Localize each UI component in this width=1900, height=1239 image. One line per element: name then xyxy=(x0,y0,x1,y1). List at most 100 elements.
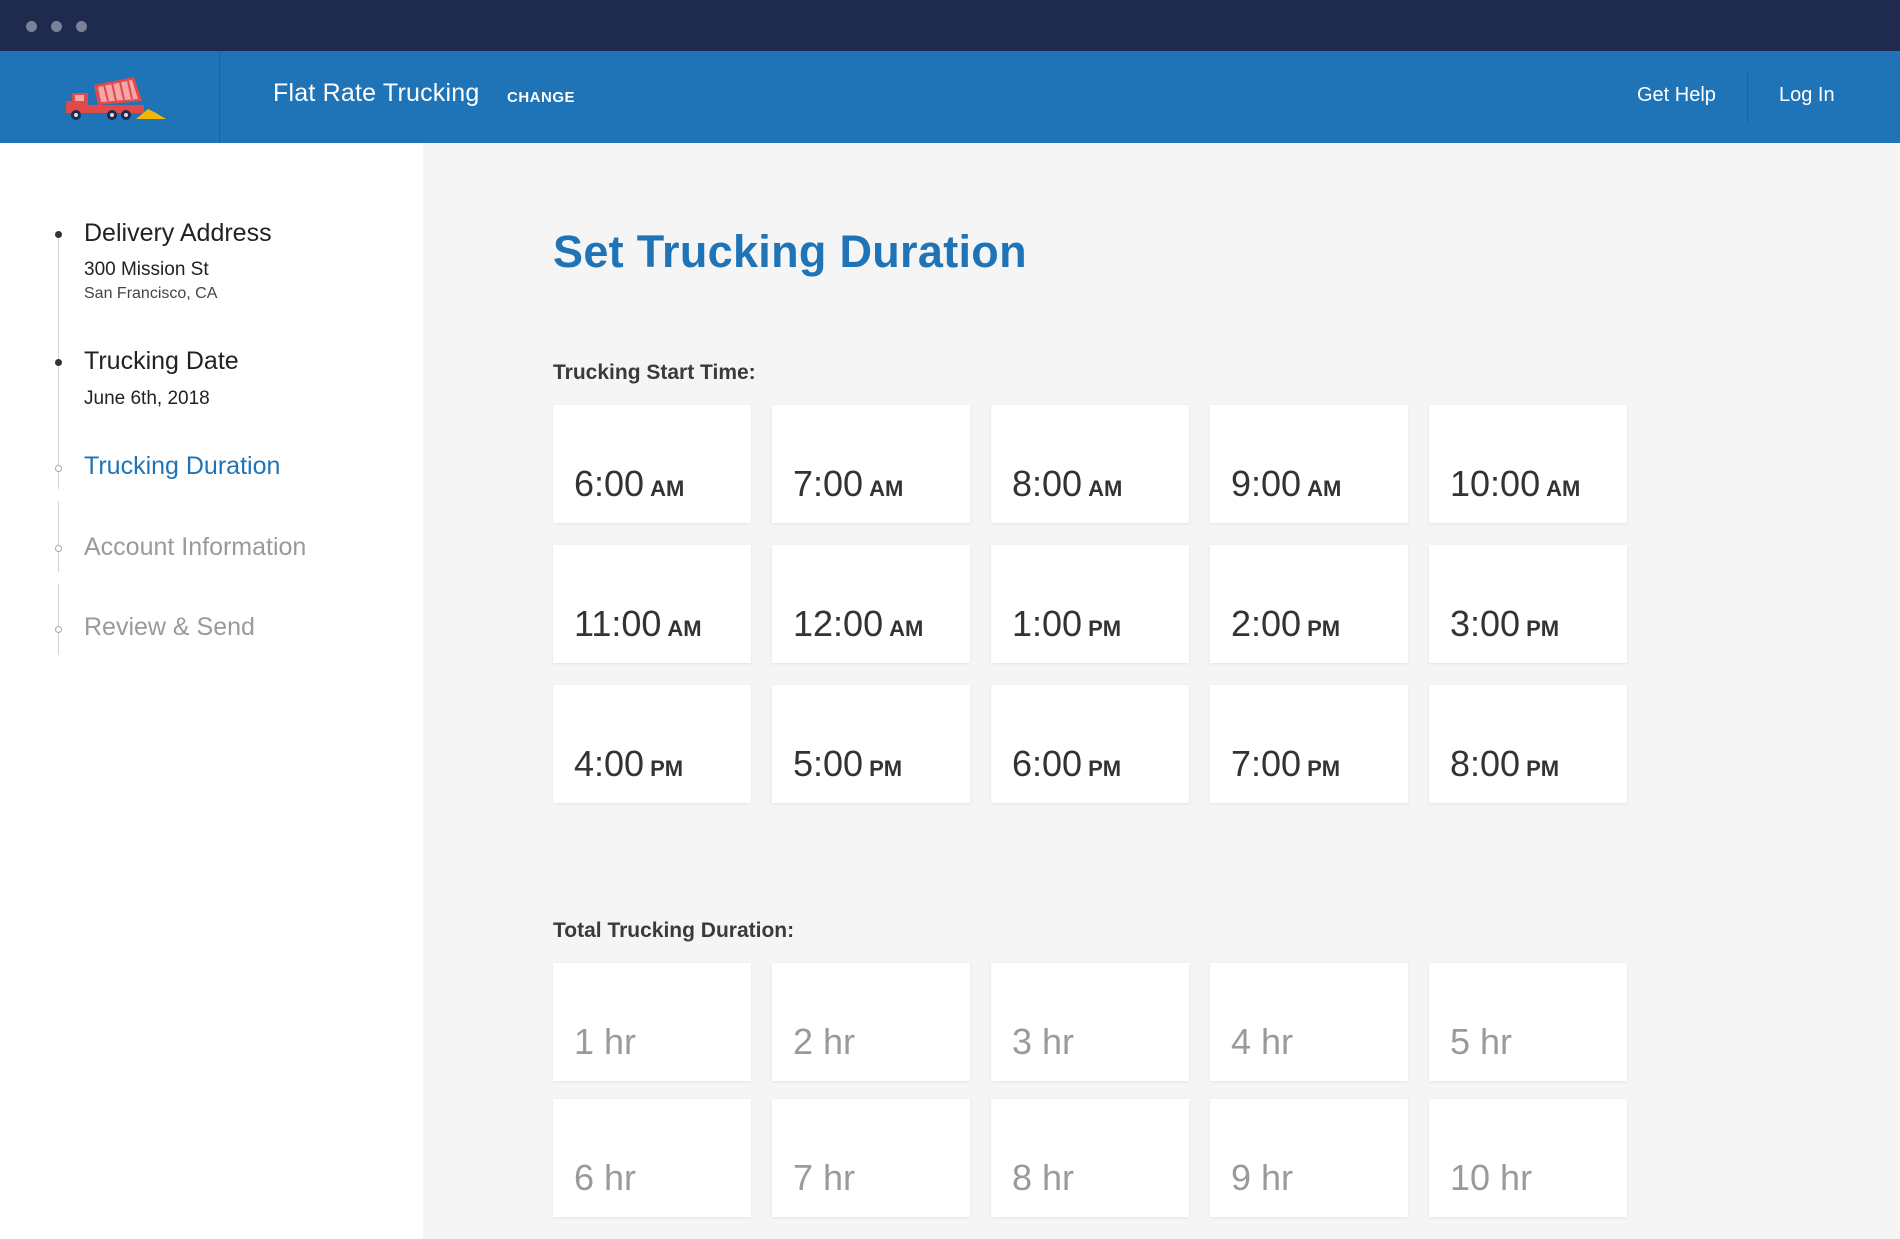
step-delivery-address[interactable]: Delivery Address xyxy=(84,219,272,248)
start-time-option[interactable]: 10:00 AM xyxy=(1429,405,1627,523)
duration-value: 8 hr xyxy=(1012,1157,1075,1198)
start-time-value: 8:00 AM xyxy=(1012,463,1122,505)
start-time-hour: 9:00 xyxy=(1231,463,1302,504)
start-time-hour: 7:00 xyxy=(793,463,864,504)
start-time-period: PM xyxy=(869,756,903,781)
maximize-dot[interactable] xyxy=(76,21,87,32)
start-time-value: 7:00 PM xyxy=(1231,743,1340,785)
duration-option[interactable]: 9 hr xyxy=(1210,1099,1408,1217)
start-time-value: 9:00 AM xyxy=(1231,463,1341,505)
start-time-value: 12:00 AM xyxy=(793,603,923,645)
duration-option[interactable]: 4 hr xyxy=(1210,963,1408,1081)
duration-option[interactable]: 7 hr xyxy=(772,1099,970,1217)
start-time-option[interactable]: 8:00 AM xyxy=(991,405,1189,523)
step-review-send[interactable]: Review & Send xyxy=(84,613,255,642)
duration-option[interactable]: 1 hr xyxy=(553,963,751,1081)
step-pending-bullet xyxy=(55,626,62,633)
logo[interactable] xyxy=(0,51,220,143)
start-time-option[interactable]: 12:00 AM xyxy=(772,545,970,663)
trucking-date-value: June 6th, 2018 xyxy=(84,388,210,409)
dump-truck-icon xyxy=(66,77,166,120)
app-title: Flat Rate Trucking xyxy=(273,79,480,107)
duration-option[interactable]: 10 hr xyxy=(1429,1099,1627,1217)
start-time-period: PM xyxy=(1526,616,1560,641)
start-time-option[interactable]: 11:00 AM xyxy=(553,545,751,663)
duration-option[interactable]: 3 hr xyxy=(991,963,1189,1081)
start-time-value: 7:00 AM xyxy=(793,463,903,505)
start-time-option[interactable]: 4:00 PM xyxy=(553,685,751,803)
step-complete-bullet xyxy=(55,359,62,366)
start-time-hour: 6:00 xyxy=(574,463,645,504)
get-help-link[interactable]: Get Help xyxy=(1637,84,1716,107)
start-time-hour: 11:00 xyxy=(574,603,662,644)
start-time-period: PM xyxy=(1526,756,1560,781)
start-time-hour: 8:00 xyxy=(1012,463,1083,504)
start-time-period: PM xyxy=(1088,616,1122,641)
progress-sidebar: Delivery Address 300 Mission St San Fran… xyxy=(0,143,423,1239)
step-current-bullet xyxy=(55,465,62,472)
start-time-hour: 7:00 xyxy=(1231,743,1302,784)
duration-option[interactable]: 8 hr xyxy=(991,1099,1189,1217)
start-time-value: 11:00 AM xyxy=(574,603,702,645)
start-time-option[interactable]: 2:00 PM xyxy=(1210,545,1408,663)
start-time-period: AM xyxy=(667,616,702,641)
step-trucking-duration[interactable]: Trucking Duration xyxy=(84,452,280,481)
start-time-value: 8:00 PM xyxy=(1450,743,1559,785)
start-time-option[interactable]: 3:00 PM xyxy=(1429,545,1627,663)
change-link[interactable]: CHANGE xyxy=(507,89,575,106)
start-time-value: 10:00 AM xyxy=(1450,463,1580,505)
duration-option[interactable]: 6 hr xyxy=(553,1099,751,1217)
start-time-hour: 2:00 xyxy=(1231,603,1302,644)
start-time-period: PM xyxy=(1088,756,1122,781)
start-time-option[interactable]: 8:00 PM xyxy=(1429,685,1627,803)
start-time-hour: 6:00 xyxy=(1012,743,1083,784)
start-time-option[interactable]: 5:00 PM xyxy=(772,685,970,803)
step-connector xyxy=(58,501,59,572)
start-time-option[interactable]: 6:00 PM xyxy=(991,685,1189,803)
start-time-hour: 3:00 xyxy=(1450,603,1521,644)
duration-option[interactable]: 5 hr xyxy=(1429,963,1627,1081)
step-connector xyxy=(58,584,59,655)
page-title: Set Trucking Duration xyxy=(553,226,1027,277)
start-time-option[interactable]: 7:00 PM xyxy=(1210,685,1408,803)
start-time-period: PM xyxy=(1307,756,1341,781)
step-trucking-date[interactable]: Trucking Date xyxy=(84,347,239,376)
start-time-period: AM xyxy=(889,616,924,641)
duration-value: 7 hr xyxy=(793,1157,856,1198)
start-time-value: 3:00 PM xyxy=(1450,603,1559,645)
start-time-period: AM xyxy=(650,476,685,501)
duration-value: 6 hr xyxy=(574,1157,637,1198)
start-time-option[interactable]: 6:00 AM xyxy=(553,405,751,523)
duration-value: 9 hr xyxy=(1231,1157,1294,1198)
duration-value: 10 hr xyxy=(1450,1157,1533,1198)
start-time-hour: 5:00 xyxy=(793,743,864,784)
duration-value: 2 hr xyxy=(793,1021,856,1062)
nav-divider xyxy=(1747,71,1748,123)
start-time-hour: 10:00 xyxy=(1450,463,1541,504)
start-time-value: 1:00 PM xyxy=(1012,603,1121,645)
minimize-dot[interactable] xyxy=(51,21,62,32)
start-time-value: 6:00 AM xyxy=(574,463,684,505)
start-time-label: Trucking Start Time: xyxy=(553,361,756,384)
start-time-hour: 12:00 xyxy=(793,603,884,644)
start-time-value: 2:00 PM xyxy=(1231,603,1340,645)
duration-label: Total Trucking Duration: xyxy=(553,919,795,942)
start-time-period: PM xyxy=(650,756,684,781)
start-time-period: AM xyxy=(869,476,904,501)
step-account-information[interactable]: Account Information xyxy=(84,533,306,562)
start-time-value: 6:00 PM xyxy=(1012,743,1121,785)
app-header: Flat Rate Trucking CHANGE Get Help Log I… xyxy=(0,51,1900,143)
start-time-period: AM xyxy=(1088,476,1123,501)
start-time-option[interactable]: 9:00 AM xyxy=(1210,405,1408,523)
step-complete-bullet xyxy=(55,231,62,238)
duration-option[interactable]: 2 hr xyxy=(772,963,970,1081)
duration-value: 4 hr xyxy=(1231,1021,1294,1062)
start-time-hour: 8:00 xyxy=(1450,743,1521,784)
log-in-link[interactable]: Log In xyxy=(1779,84,1835,107)
start-time-hour: 1:00 xyxy=(1012,603,1083,644)
start-time-hour: 4:00 xyxy=(574,743,645,784)
start-time-option[interactable]: 7:00 AM xyxy=(772,405,970,523)
start-time-option[interactable]: 1:00 PM xyxy=(991,545,1189,663)
delivery-city: San Francisco, CA xyxy=(84,285,218,302)
close-dot[interactable] xyxy=(26,21,37,32)
